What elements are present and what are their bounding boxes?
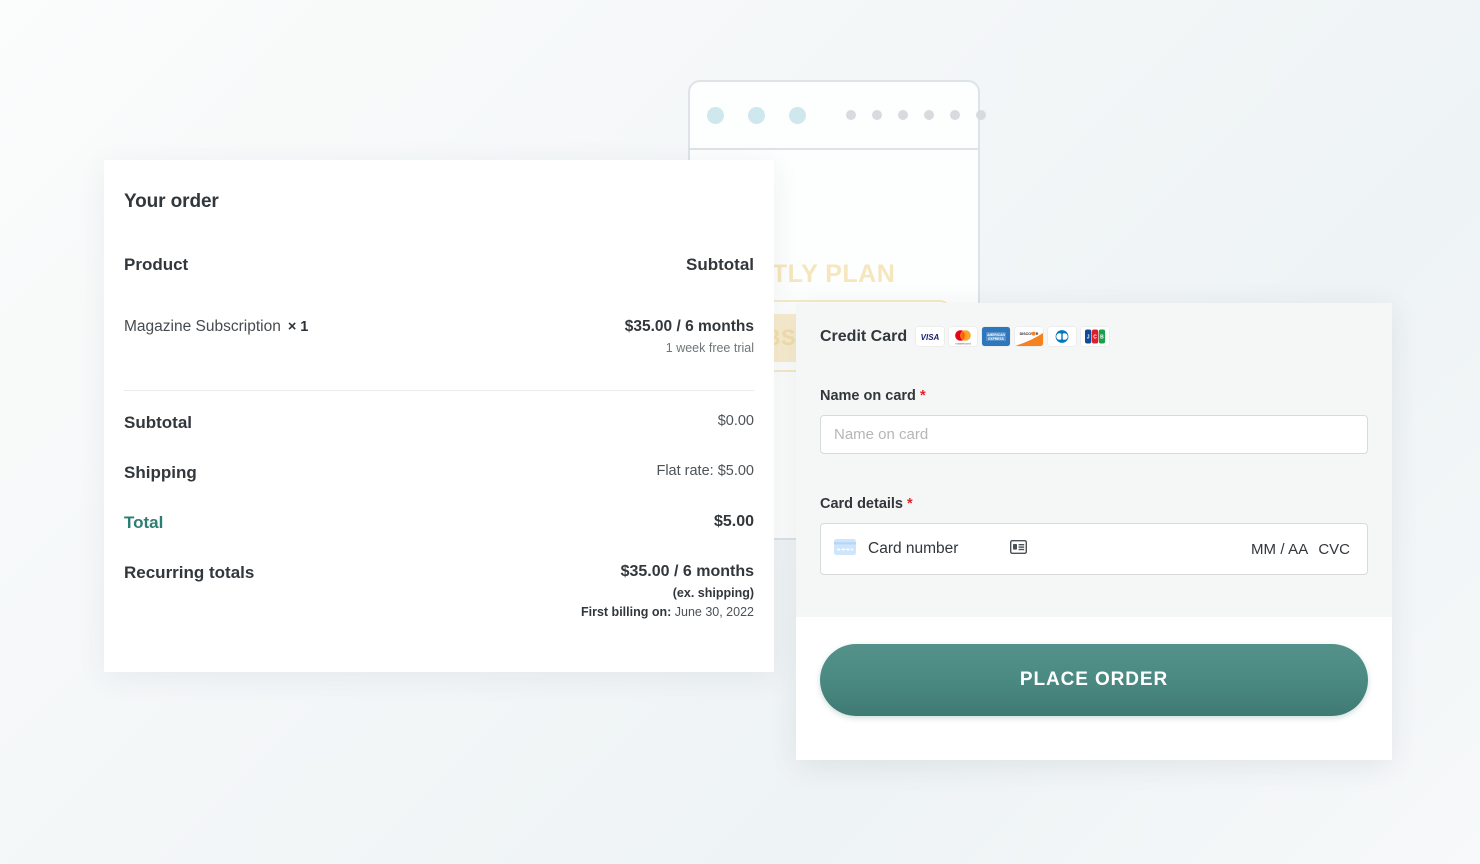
column-header-subtotal: Subtotal <box>686 255 754 274</box>
name-on-card-label-text: Name on card <box>820 388 916 404</box>
diners-club-logo-icon <box>1048 327 1077 346</box>
order-line-item: Magazine Subscription × 1 $35.00 / 6 mont… <box>124 318 754 355</box>
visa-logo-icon: VISA <box>916 327 945 346</box>
svg-text:VISA: VISA <box>921 333 940 342</box>
first-billing-label: First billing on: <box>581 605 672 619</box>
browser-mockup-toolbar <box>690 82 986 150</box>
totals-value-subtotal: $0.00 <box>717 413 754 429</box>
browser-dot-icon <box>789 106 806 124</box>
order-summary-panel: Your order Product Subtotal Magazine Sub… <box>104 160 774 672</box>
line-item-name: Magazine Subscription <box>124 318 281 335</box>
browser-dot-icon <box>898 110 908 120</box>
browser-dot-icon <box>872 110 882 120</box>
place-order-button[interactable]: PLACE ORDER <box>820 644 1368 716</box>
line-item-trial-note: 1 week free trial <box>665 341 754 355</box>
name-on-card-label: Name on card * <box>820 388 1368 404</box>
order-panel-title: Your order <box>124 191 219 212</box>
order-table-header: Product Subtotal <box>124 255 754 275</box>
required-asterisk: * <box>907 496 913 512</box>
credit-card-form-section: Credit Card VISA mastercard AMERICAN EXPR… <box>796 303 1392 617</box>
browser-dot-group-secondary <box>846 110 986 120</box>
totals-row-subtotal: Subtotal $0.00 <box>124 413 754 433</box>
first-billing-date: June 30, 2022 <box>674 605 754 619</box>
recurring-first-billing-note: First billing on: June 30, 2022 <box>581 605 754 619</box>
totals-label-shipping: Shipping <box>124 463 197 482</box>
card-details-label: Card details * <box>820 496 1368 512</box>
totals-label-recurring: Recurring totals <box>124 563 255 582</box>
line-item-price-group: $35.00 / 6 months 1 week free trial <box>625 318 754 355</box>
totals-row-shipping: Shipping Flat rate: $5.00 <box>124 463 754 483</box>
svg-text:EXPRESS: EXPRESS <box>988 337 1004 341</box>
totals-recurring-group: $35.00 / 6 months (ex. shipping) First b… <box>581 563 754 619</box>
amex-logo-icon: AMERICAN EXPRESS <box>982 327 1011 346</box>
credit-card-icon <box>834 538 856 560</box>
card-details-field-group[interactable]: Card number MM / AA CVC <box>820 523 1368 575</box>
browser-dot-icon <box>846 110 856 120</box>
totals-value-shipping: Flat rate: $5.00 <box>656 463 754 479</box>
place-order-section: PLACE ORDER <box>796 617 1392 716</box>
column-header-product: Product <box>124 255 189 274</box>
browser-dot-icon <box>748 106 765 124</box>
card-expiry-placeholder: MM / AA <box>1250 540 1309 558</box>
discover-logo-icon: DISCOVER <box>1015 327 1044 346</box>
totals-row-total: Total $5.00 <box>124 513 754 533</box>
card-details-label-text: Card details <box>820 496 903 512</box>
browser-dot-group-primary <box>707 106 806 124</box>
order-divider <box>124 390 754 391</box>
totals-row-recurring: Recurring totals $35.00 / 6 months (ex. … <box>124 563 754 619</box>
jcb-logo-icon: JCB <box>1081 327 1110 346</box>
line-item-price: $35.00 / 6 months <box>624 318 754 335</box>
card-number-placeholder: Card number <box>868 540 959 557</box>
totals-value-recurring: $35.00 / 6 months <box>620 563 754 580</box>
line-item-quantity: × 1 <box>287 319 309 335</box>
svg-text:B: B <box>1100 335 1104 341</box>
totals-value-total: $5.00 <box>713 513 754 530</box>
svg-text:mastercard: mastercard <box>956 341 971 345</box>
totals-label-subtotal: Subtotal <box>124 413 192 432</box>
browser-dot-icon <box>976 110 986 120</box>
browser-dot-icon <box>950 110 960 120</box>
credit-card-payment-panel: Credit Card VISA mastercard AMERICAN EXPR… <box>796 303 1392 760</box>
card-cvc-placeholder: CVC <box>1318 540 1350 558</box>
order-totals: Subtotal $0.00 Shipping Flat rate: $5.00… <box>124 413 754 619</box>
accepted-card-logos: VISA mastercard AMERICAN EXPRESS DISCOVER… <box>916 327 1110 346</box>
mastercard-logo-icon: mastercard <box>949 327 978 346</box>
svg-text:DISCOVER: DISCOVER <box>1020 332 1039 336</box>
recurring-ex-shipping-note: (ex. shipping) <box>672 586 754 600</box>
line-item-name-group: Magazine Subscription × 1 <box>124 318 308 336</box>
credit-card-title: Credit Card <box>820 327 908 345</box>
totals-label-total: Total <box>124 513 164 532</box>
svg-text:C: C <box>1093 335 1097 341</box>
browser-dot-icon <box>924 110 934 120</box>
required-asterisk: * <box>919 388 926 404</box>
card-id-icon <box>1010 539 1028 559</box>
credit-card-header: Credit Card VISA mastercard AMERICAN EXPR… <box>820 327 1368 346</box>
browser-dot-icon <box>707 106 724 124</box>
name-on-card-input[interactable] <box>820 415 1368 454</box>
svg-text:J: J <box>1087 335 1090 341</box>
